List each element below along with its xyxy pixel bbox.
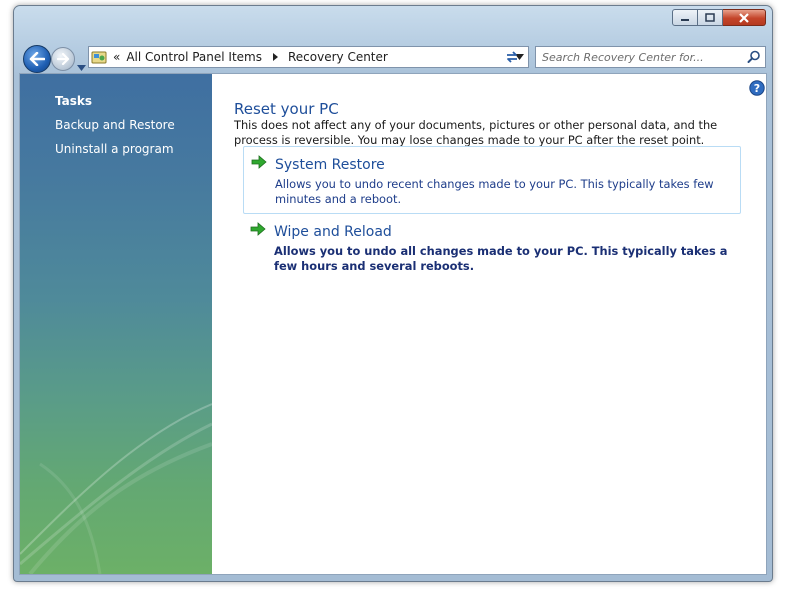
caption-buttons xyxy=(672,9,766,26)
breadcrumb-recovery-center[interactable]: Recovery Center xyxy=(288,50,388,64)
control-panel-icon xyxy=(91,51,107,64)
option-title[interactable]: System Restore xyxy=(275,157,385,173)
option-wipe-and-reload[interactable]: Wipe and Reload Allows you to undo all c… xyxy=(243,214,741,278)
chevron-right-icon[interactable] xyxy=(268,52,282,62)
minimize-icon xyxy=(681,18,689,21)
close-button[interactable] xyxy=(723,9,766,26)
option-title[interactable]: Wipe and Reload xyxy=(274,224,392,240)
refresh-button[interactable] xyxy=(501,46,523,68)
task-pane: Tasks Backup and Restore Uninstall a pro… xyxy=(20,74,212,574)
search-input[interactable] xyxy=(540,49,744,65)
green-arrow-icon xyxy=(251,155,267,169)
refresh-icon xyxy=(507,51,517,63)
page-description: This does not affect any of your documen… xyxy=(234,118,718,147)
back-button[interactable] xyxy=(23,45,51,73)
green-arrow-icon xyxy=(250,222,266,236)
explorer-window: « All Control Panel Items Recovery Cente… xyxy=(13,5,773,582)
sidebar-link-backup-and-restore[interactable]: Backup and Restore xyxy=(55,118,175,132)
address-bar[interactable]: « All Control Panel Items Recovery Cente… xyxy=(88,46,529,68)
forward-button[interactable] xyxy=(51,47,75,71)
minimize-button[interactable] xyxy=(672,9,698,26)
close-icon xyxy=(739,12,749,23)
breadcrumb-overflow[interactable]: « xyxy=(113,50,120,64)
maximize-icon xyxy=(705,13,715,22)
maximize-button[interactable] xyxy=(698,9,723,26)
search-icon[interactable] xyxy=(747,50,761,64)
tasks-heading: Tasks xyxy=(55,94,93,108)
option-system-restore[interactable]: System Restore Allows you to undo recent… xyxy=(243,146,741,214)
chevron-down-icon xyxy=(77,65,86,71)
page-title: Reset your PC xyxy=(234,100,339,118)
breadcrumb-all-control-panel-items[interactable]: All Control Panel Items xyxy=(126,50,262,64)
forward-arrow-icon xyxy=(56,53,69,65)
help-icon[interactable]: ? xyxy=(749,80,765,96)
svg-text:?: ? xyxy=(754,82,760,95)
decorative-swoosh-icon xyxy=(20,403,212,574)
option-description: Allows you to undo recent changes made t… xyxy=(275,177,714,206)
content-pane: Tasks Backup and Restore Uninstall a pro… xyxy=(19,73,767,575)
sidebar-link-uninstall-a-program[interactable]: Uninstall a program xyxy=(55,142,174,156)
search-box[interactable] xyxy=(535,46,766,68)
back-arrow-icon xyxy=(29,52,45,66)
option-description: Allows you to undo all changes made to y… xyxy=(274,244,728,273)
